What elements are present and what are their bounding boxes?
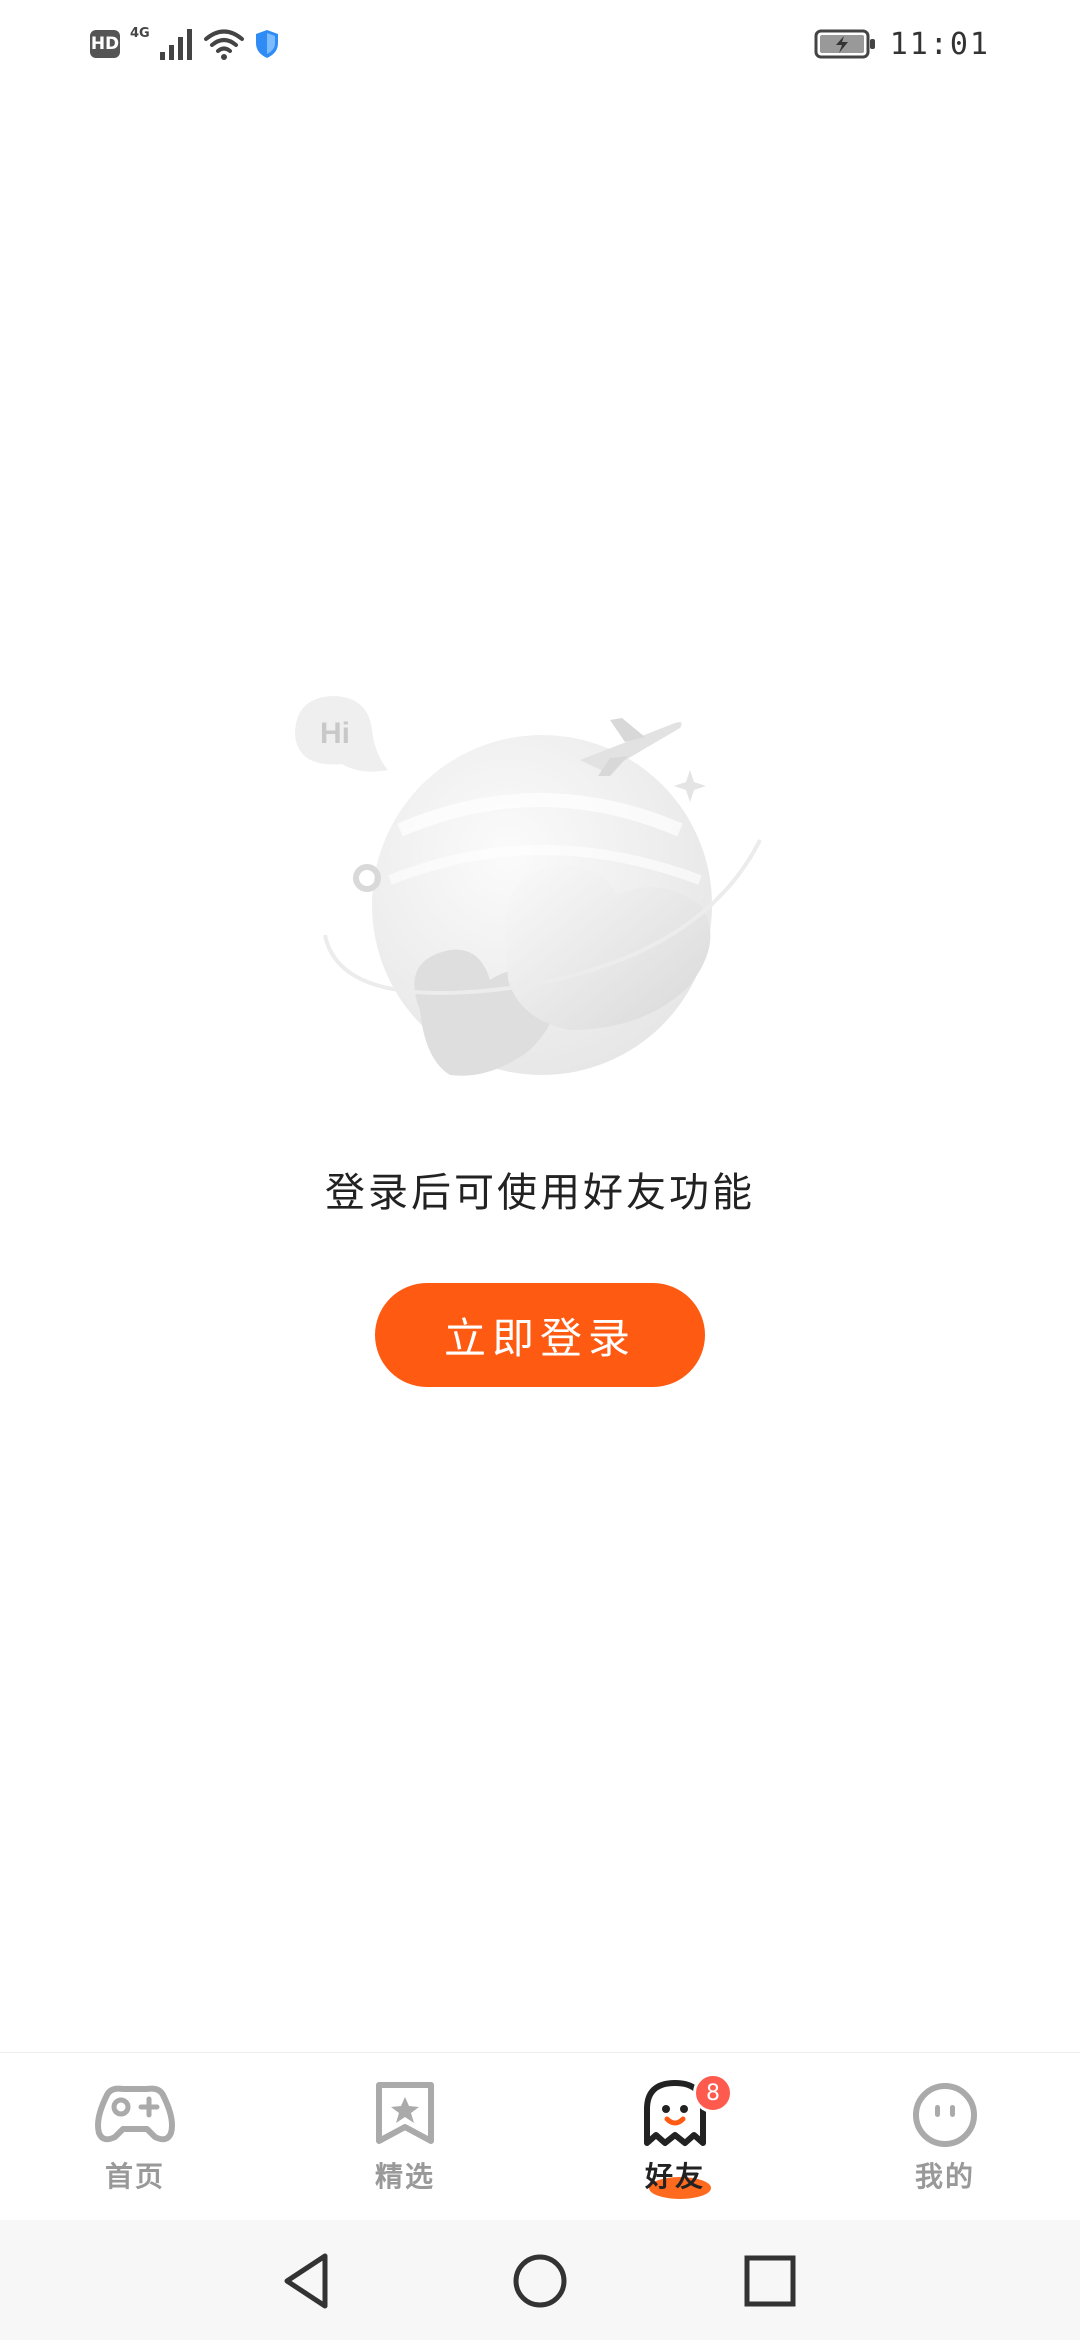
ghost-icon: 8: [633, 2073, 733, 2149]
tab-home[interactable]: 首页: [45, 2053, 225, 2221]
home-circle-icon[interactable]: [505, 2246, 575, 2316]
signal-icon: [159, 29, 192, 60]
status-bar: HD 4G 11:01: [0, 0, 1080, 86]
login-button[interactable]: 立即登录: [375, 1283, 705, 1387]
network-type-label: 4G: [130, 26, 150, 41]
tab-label-friends: 好友: [644, 2160, 705, 2193]
tab-label-featured: 精选: [374, 2160, 435, 2193]
battery-charging-icon: [814, 29, 875, 59]
tab-label-profile: 我的: [914, 2160, 975, 2193]
empty-state-illustration: Hi: [280, 680, 800, 1100]
face-icon: [903, 2079, 987, 2149]
back-triangle-icon[interactable]: [275, 2246, 345, 2316]
tab-friends[interactable]: 8 好友: [585, 2053, 765, 2221]
tab-profile[interactable]: 我的: [855, 2053, 1035, 2221]
gamepad-icon: [93, 2079, 177, 2149]
shield-icon: [255, 30, 278, 58]
tab-label-home: 首页: [104, 2160, 165, 2193]
wifi-icon: [203, 29, 244, 60]
tab-featured[interactable]: 精选: [315, 2053, 495, 2221]
status-right: 11:01: [814, 24, 990, 64]
login-prompt-text: 登录后可使用好友功能: [325, 1170, 755, 1216]
bubble-text: Hi: [320, 717, 350, 750]
hd-icon: HD: [90, 30, 120, 58]
notification-badge: 8: [693, 2073, 733, 2113]
bottom-tab-bar: 首页 精选 8 好友 我的: [0, 2052, 1080, 2220]
clock: 11:01: [889, 26, 990, 62]
bookmark-star-icon: [363, 2079, 447, 2149]
recent-square-icon[interactable]: [735, 2246, 805, 2316]
system-nav-bar: [0, 2220, 1080, 2340]
status-left: HD 4G: [90, 24, 280, 64]
sparkle-icon: [674, 770, 706, 802]
speech-bubble-icon: Hi: [295, 696, 388, 772]
